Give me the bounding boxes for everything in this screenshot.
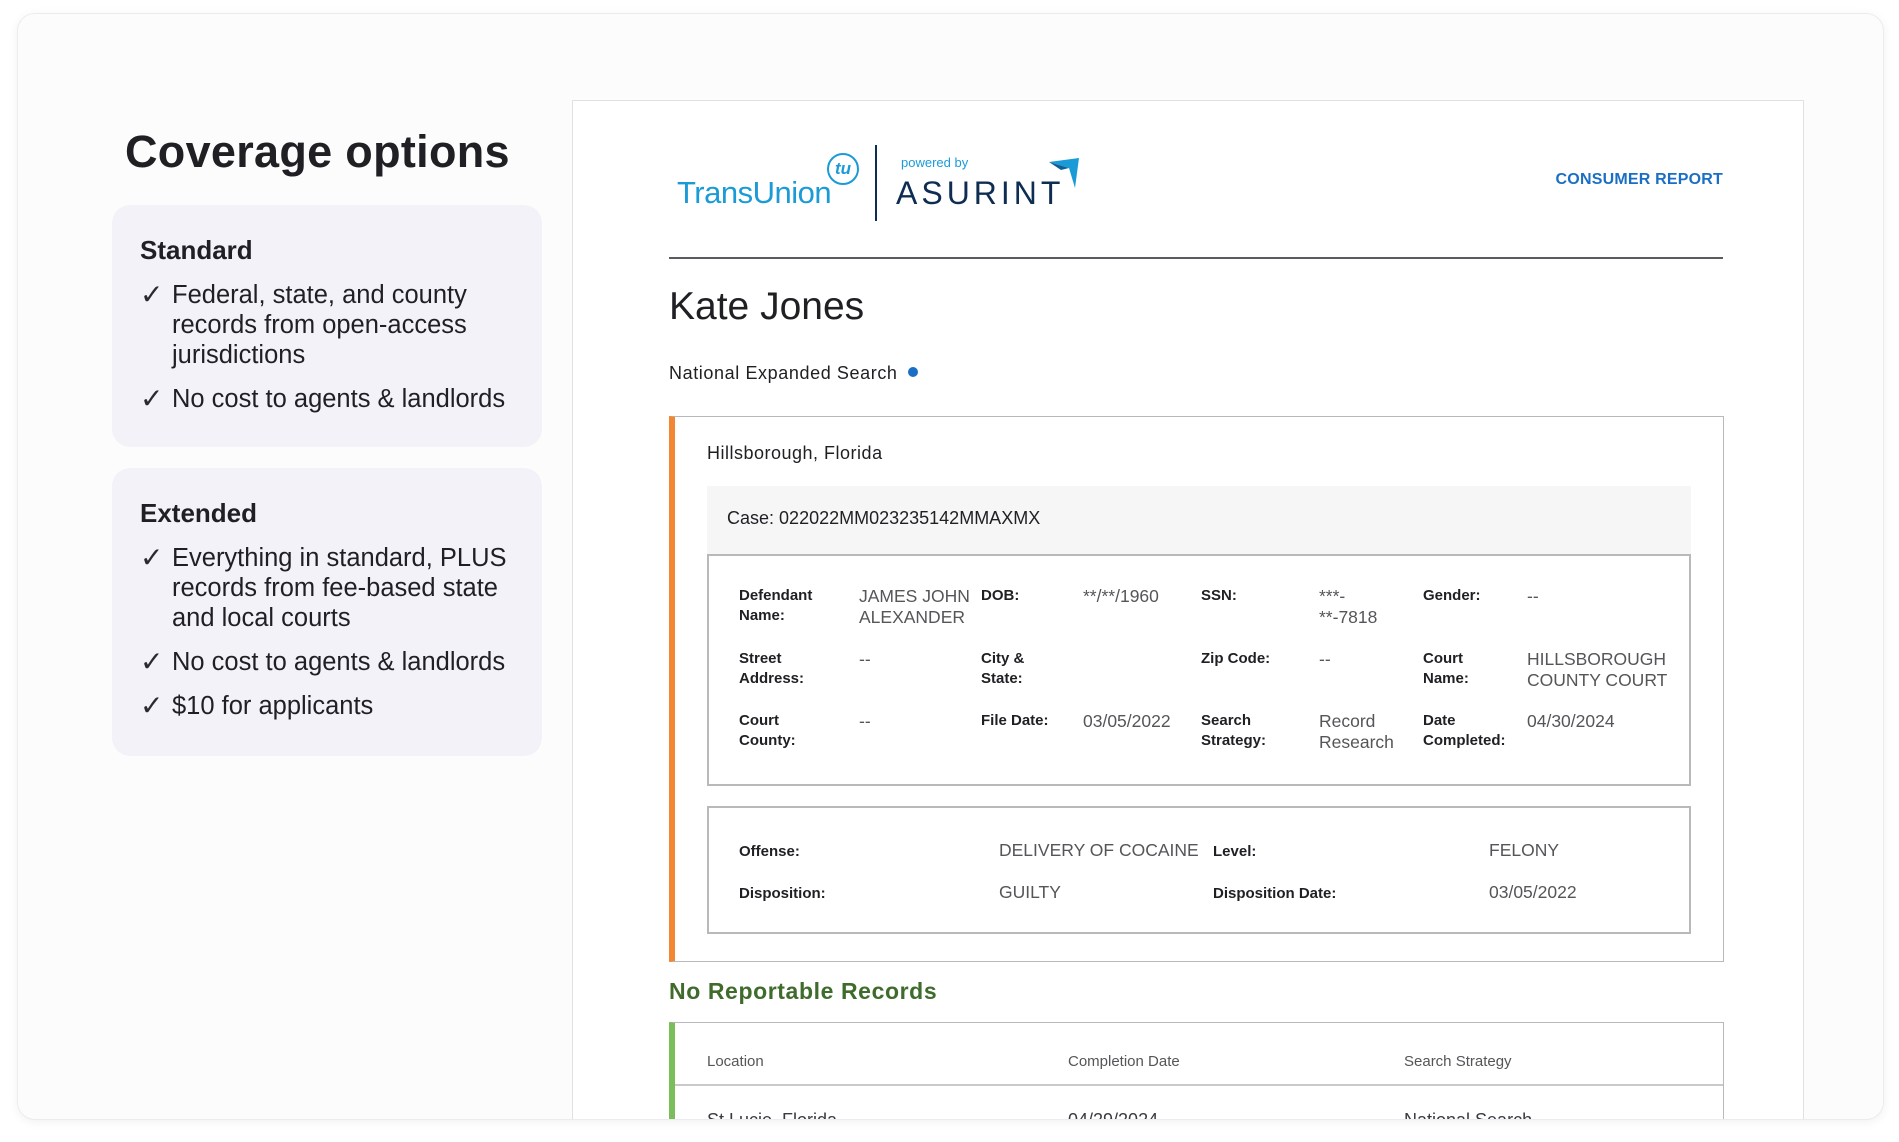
- gender-value: --: [1527, 586, 1539, 606]
- status-dot-icon: [907, 367, 918, 377]
- court-name-label: Court Name:: [1423, 650, 1469, 687]
- row-location: St Lucie, Florida: [707, 1110, 838, 1120]
- case-label: Case:: [727, 508, 775, 528]
- consumer-report-label: CONSUMER REPORT: [1555, 171, 1723, 188]
- defendant-name-label: Defendant Name:: [739, 587, 813, 624]
- search-type: National Expanded Search: [669, 363, 918, 384]
- table-header-divider: [675, 1084, 1723, 1086]
- disposition-label: Disposition:: [739, 885, 826, 902]
- standard-feature-list: ✓ Federal, state, and county records fro…: [140, 280, 514, 414]
- case-number: 022022MM023235142MMAXMX: [779, 508, 1041, 528]
- search-type-label: National Expanded Search: [669, 363, 898, 383]
- level-label: Level:: [1213, 843, 1257, 860]
- ssn-value: ***-**-7818: [1319, 586, 1378, 627]
- search-strategy-value: Record Research: [1319, 711, 1394, 752]
- feature-text: No cost to agents & landlords: [172, 385, 506, 413]
- row-completion-date: 04/29/2024: [1068, 1110, 1159, 1120]
- consumer-report-document: TransUnion tu powered by ASURINT CONSUME…: [572, 100, 1804, 1120]
- brand-logos: TransUnion tu powered by ASURINT: [677, 145, 1097, 225]
- row-search-strategy: National Search: [1404, 1110, 1533, 1120]
- date-completed-label: Date Completed:: [1423, 712, 1506, 749]
- no-records-table: Location Completion Date Search Strategy…: [669, 1022, 1724, 1120]
- zip-code-label: Zip Code:: [1201, 650, 1271, 667]
- criminal-record-card: Hillsborough, Florida Case: 022022MM0232…: [669, 416, 1724, 962]
- app-frame: Coverage options Standard ✓ Federal, sta…: [17, 13, 1884, 1120]
- feature-item: ✓ Everything in standard, PLUS records f…: [140, 543, 514, 633]
- feature-text: No cost to agents & landlords: [172, 648, 506, 676]
- extended-feature-list: ✓ Everything in standard, PLUS records f…: [140, 543, 514, 721]
- no-records-title: No Reportable Records: [669, 978, 938, 1004]
- column-header-completion-date: Completion Date: [1068, 1053, 1180, 1070]
- disposition-value: GUILTY: [999, 882, 1061, 902]
- standard-tier-title: Standard: [140, 235, 253, 265]
- offense-value: DELIVERY OF COCAINE: [999, 840, 1199, 860]
- defendant-name-value: JAMES JOHN ALEXANDER: [859, 586, 970, 627]
- court-county-label: Court County:: [739, 712, 796, 749]
- date-completed-value: 04/30/2024: [1527, 711, 1615, 731]
- court-name-value: HILLSBOROUGH COUNTY COURT: [1527, 649, 1668, 690]
- dob-label: DOB:: [981, 587, 1020, 604]
- case-bar: Case: 022022MM023235142MMAXMX: [707, 486, 1691, 556]
- disposition-date-label: Disposition Date:: [1213, 885, 1337, 902]
- column-header-search-strategy: Search Strategy: [1404, 1053, 1512, 1070]
- column-header-location: Location: [707, 1053, 764, 1070]
- header-divider: [669, 257, 1723, 259]
- extended-tier-title: Extended: [140, 498, 258, 528]
- file-date-label: File Date:: [981, 712, 1049, 729]
- logo-divider: [875, 145, 877, 221]
- gender-label: Gender:: [1423, 587, 1481, 604]
- checkmark-icon: ✓: [140, 383, 164, 414]
- checkmark-icon: ✓: [140, 646, 164, 677]
- disposition-date-value: 03/05/2022: [1489, 882, 1577, 902]
- asurint-logo: ASURINT: [896, 175, 1065, 211]
- file-date-value: 03/05/2022: [1083, 711, 1171, 731]
- coverage-title: Coverage options: [125, 126, 510, 177]
- search-strategy-label: Search Strategy:: [1201, 712, 1267, 749]
- subject-name: Kate Jones: [669, 285, 865, 328]
- street-address-value: --: [859, 649, 871, 669]
- feature-text: Everything in standard, PLUS records fro…: [172, 544, 507, 632]
- dob-value: **/**/1960: [1083, 586, 1159, 606]
- checkmark-icon: ✓: [140, 279, 164, 310]
- feature-item: ✓ No cost to agents & landlords: [140, 647, 514, 677]
- zip-code-value: --: [1319, 649, 1331, 669]
- checkmark-icon: ✓: [140, 690, 164, 721]
- standard-tier-card: Standard ✓ Federal, state, and county re…: [112, 205, 542, 447]
- feature-item: ✓ $10 for applicants: [140, 691, 514, 721]
- feature-text: Federal, state, and county records from …: [172, 281, 467, 369]
- transunion-mark-icon: tu: [827, 153, 859, 185]
- feature-item: ✓ No cost to agents & landlords: [140, 384, 514, 414]
- city-state-label: City & State:: [981, 650, 1025, 687]
- extended-tier-card: Extended ✓ Everything in standard, PLUS …: [112, 468, 542, 756]
- record-details: Defendant Name: JAMES JOHN ALEXANDER DOB…: [707, 554, 1691, 786]
- record-location: Hillsborough, Florida: [707, 443, 883, 463]
- offense-details: Offense: DELIVERY OF COCAINE Level: FELO…: [707, 806, 1691, 934]
- checkmark-icon: ✓: [140, 542, 164, 573]
- feature-item: ✓ Federal, state, and county records fro…: [140, 280, 514, 370]
- offense-label: Offense:: [739, 843, 800, 860]
- powered-by-label: powered by: [901, 155, 969, 170]
- asurint-mark-icon: [1049, 158, 1079, 188]
- court-county-value: --: [859, 711, 871, 731]
- feature-text: $10 for applicants: [172, 692, 374, 720]
- street-address-label: Street Address:: [739, 650, 805, 687]
- ssn-label: SSN:: [1201, 587, 1237, 604]
- level-value: FELONY: [1489, 840, 1560, 860]
- transunion-logo: TransUnion: [677, 175, 832, 210]
